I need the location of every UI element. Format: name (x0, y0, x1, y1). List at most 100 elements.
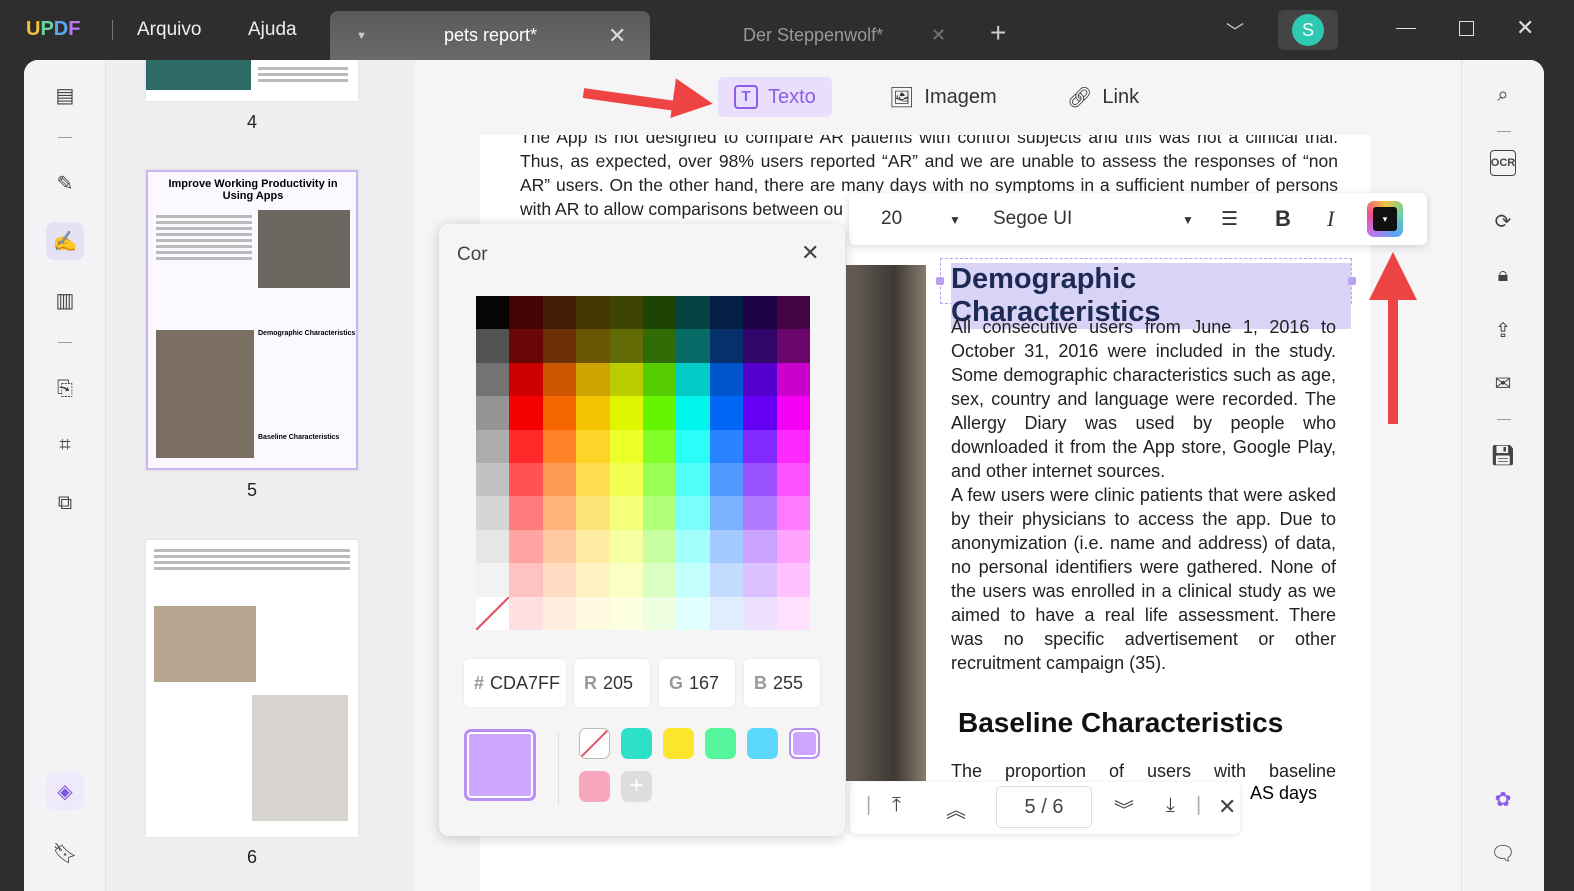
red-input[interactable]: R 205 (573, 658, 651, 708)
crop-icon[interactable]: ⌗ (46, 426, 84, 464)
close-window-icon[interactable]: ✕ (1516, 15, 1534, 41)
color-cell[interactable] (776, 429, 810, 463)
color-cell[interactable] (476, 429, 510, 463)
color-cell[interactable] (743, 496, 777, 530)
color-cell[interactable] (776, 296, 810, 330)
color-cell[interactable] (743, 296, 777, 330)
color-cell[interactable] (609, 296, 643, 330)
color-cell[interactable] (542, 529, 577, 564)
color-cell[interactable] (776, 462, 810, 497)
add-swatch-icon[interactable]: + (621, 771, 652, 802)
color-cell[interactable] (743, 596, 777, 630)
protect-icon[interactable]: ⧉ (46, 484, 84, 522)
color-cell[interactable] (576, 429, 610, 463)
protect-document-icon[interactable]: 🔒︎ (1486, 258, 1520, 292)
color-cell[interactable] (776, 496, 810, 530)
color-cell[interactable] (576, 496, 610, 530)
color-cell[interactable] (642, 529, 677, 564)
color-cell[interactable] (776, 396, 810, 430)
reader-icon[interactable]: ▤ (46, 76, 84, 114)
color-cell[interactable] (576, 529, 610, 564)
blue-input[interactable]: B 255 (743, 658, 821, 708)
color-cell[interactable] (542, 429, 577, 463)
color-cell[interactable] (476, 496, 510, 530)
chevron-down-icon[interactable]: ▼ (1182, 213, 1194, 227)
tab-pets-report[interactable]: ▼ pets report* ✕ (330, 11, 650, 60)
comments-icon[interactable]: 🗨︎ (1486, 836, 1520, 870)
bookmark-icon[interactable]: 🔖︎ (46, 834, 84, 872)
color-cell[interactable] (709, 296, 744, 330)
menu-ajuda[interactable]: Ajuda (248, 19, 297, 41)
convert-icon[interactable]: ⟳ (1486, 204, 1520, 238)
color-cell[interactable] (542, 462, 577, 497)
color-cell[interactable] (509, 429, 543, 463)
add-image-button[interactable]: 🖼︎ Imagem (873, 77, 1013, 117)
color-cell[interactable] (476, 296, 510, 330)
color-cell[interactable] (609, 429, 643, 463)
color-cell[interactable] (676, 596, 710, 630)
bold-button[interactable]: B (1275, 206, 1291, 232)
color-cell[interactable] (609, 529, 643, 564)
color-cell[interactable] (642, 563, 677, 597)
first-page-icon[interactable]: ⤒ (892, 794, 901, 817)
account-button[interactable]: S (1278, 10, 1338, 50)
align-left-icon[interactable]: ☰ (1221, 208, 1238, 231)
color-cell[interactable] (509, 596, 543, 630)
color-cell[interactable] (509, 462, 543, 497)
color-cell[interactable] (676, 529, 710, 564)
close-nav-icon[interactable]: ✕ (1218, 794, 1236, 820)
color-cell[interactable] (642, 362, 677, 397)
swatch-yellow[interactable] (663, 728, 694, 759)
color-cell[interactable] (743, 329, 777, 363)
color-cell[interactable] (609, 462, 643, 497)
color-cell[interactable] (676, 462, 710, 497)
tab-dropdown-icon[interactable]: ▼ (356, 30, 367, 42)
color-cell[interactable] (776, 563, 810, 597)
paragraph-3[interactable]: The proportion of users with baseline (951, 759, 1336, 783)
color-cell[interactable] (542, 296, 577, 330)
color-cell[interactable] (576, 329, 610, 363)
color-cell[interactable] (776, 329, 810, 363)
color-cell[interactable] (776, 529, 810, 564)
share-icon[interactable]: ⇪ (1486, 313, 1520, 347)
email-icon[interactable]: ✉ (1486, 366, 1520, 400)
color-cell[interactable] (509, 496, 543, 530)
color-cell[interactable] (743, 429, 777, 463)
color-cell[interactable] (609, 396, 643, 430)
close-dialog-icon[interactable]: ✕ (801, 240, 819, 266)
hex-input[interactable]: # CDA7FF (463, 658, 567, 708)
color-cell[interactable] (576, 396, 610, 430)
font-family-select[interactable]: Segoe UI (993, 208, 1072, 230)
color-cell[interactable] (542, 329, 577, 363)
color-cell[interactable] (576, 563, 610, 597)
color-cell[interactable] (709, 362, 744, 397)
add-text-button[interactable]: T Texto (718, 77, 832, 117)
ai-assistant-icon[interactable]: ✿ (1486, 782, 1520, 816)
color-cell[interactable] (509, 329, 543, 363)
italic-button[interactable]: I (1327, 206, 1334, 232)
color-cell[interactable] (642, 462, 677, 497)
add-link-button[interactable]: 🔗︎ Link (1051, 77, 1155, 117)
color-cell[interactable] (709, 329, 744, 363)
color-cell[interactable] (709, 429, 744, 463)
thumbnail-page-6[interactable] (146, 540, 358, 837)
color-cell[interactable] (609, 362, 643, 397)
next-page-icon[interactable]: ︾ (1114, 794, 1134, 823)
color-cell[interactable] (576, 462, 610, 497)
color-cell[interactable] (743, 462, 777, 497)
color-cell[interactable] (743, 529, 777, 564)
save-icon[interactable]: 💾︎ (1486, 438, 1520, 472)
color-cell[interactable] (509, 529, 543, 564)
page-input[interactable]: 5 / 6 (996, 786, 1092, 828)
resize-handle[interactable] (936, 277, 944, 285)
last-page-icon[interactable]: ⤓ (1166, 794, 1175, 817)
color-cell[interactable] (542, 396, 577, 430)
edit-pdf-icon[interactable]: ✍ (46, 222, 84, 260)
menu-arquivo[interactable]: Arquivo (137, 19, 201, 41)
swatch-purple-selected[interactable] (789, 728, 820, 759)
swatch-teal[interactable] (621, 728, 652, 759)
color-cell[interactable] (609, 563, 643, 597)
heading-baseline[interactable]: Baseline Characteristics (958, 707, 1283, 739)
color-cell[interactable] (642, 429, 677, 463)
color-cell[interactable] (743, 362, 777, 397)
